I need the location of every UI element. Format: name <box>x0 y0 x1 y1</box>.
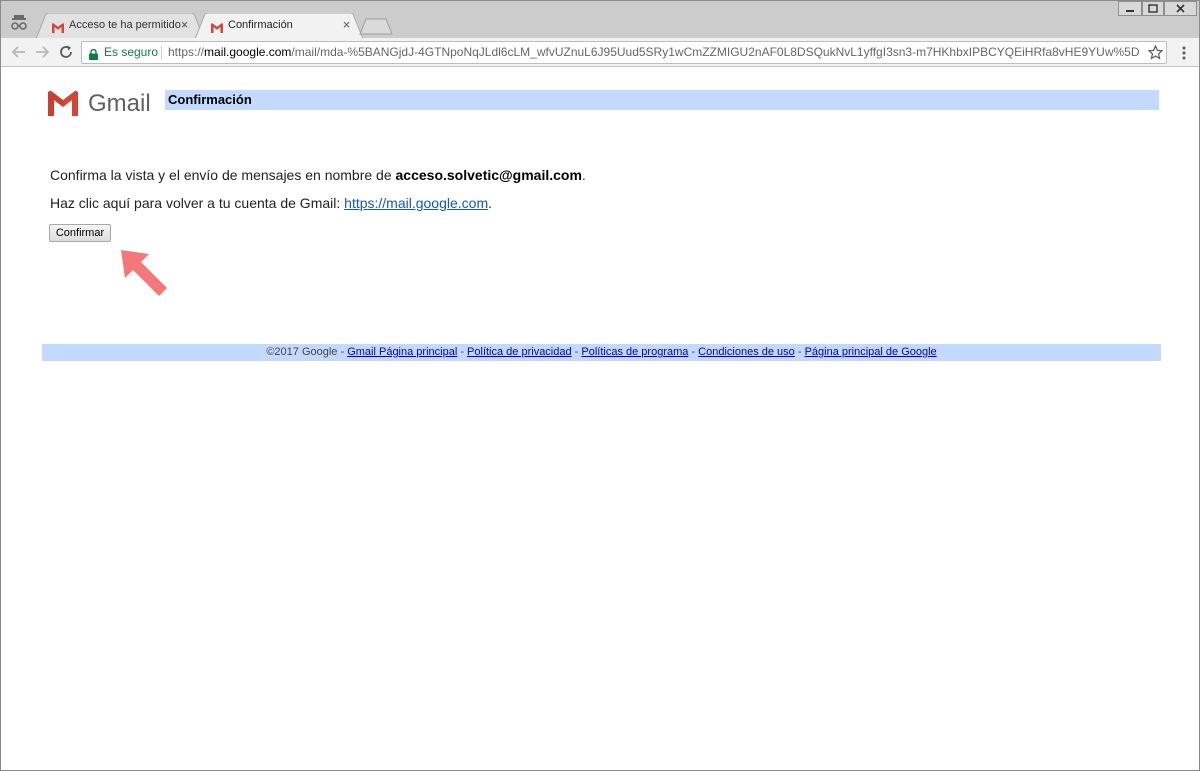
footer-link-gmail-home[interactable]: Gmail Página principal <box>347 346 457 358</box>
back-icon[interactable] <box>10 43 28 61</box>
url-scheme: https:// <box>168 45 205 59</box>
gmail-logo-icon <box>48 90 78 116</box>
browser-toolbar: Es seguro https://mail.google.com/mail/m… <box>1 38 1199 67</box>
reload-icon[interactable] <box>57 43 75 61</box>
close-window-button[interactable] <box>1164 1 1197 16</box>
gmail-icon <box>52 20 64 33</box>
minimize-button[interactable] <box>1118 1 1142 16</box>
browser-window: Acceso te ha permitido e × Confirmación … <box>0 0 1200 771</box>
footer-separator: - <box>457 346 468 358</box>
maximize-button[interactable] <box>1142 1 1164 16</box>
gmail-logo-text: Gmail <box>88 90 151 117</box>
footer-separator: - <box>794 346 805 358</box>
footer-link-terms[interactable]: Condiciones de uso <box>698 346 795 358</box>
lock-icon[interactable] <box>89 47 98 60</box>
tab-title: Acceso te ha permitido e <box>69 19 185 31</box>
confirm-button[interactable]: Confirmar <box>49 224 111 242</box>
message-prefix: Confirma la vista y el envío de mensajes… <box>50 167 396 183</box>
footer-separator: - <box>571 346 582 358</box>
gmail-icon <box>211 20 223 33</box>
footer-copyright: ©2017 Google <box>266 346 338 358</box>
confirmation-message: Confirma la vista y el envío de mensajes… <box>50 167 586 183</box>
menu-icon[interactable] <box>1177 45 1191 61</box>
bookmark-star-icon[interactable] <box>1147 44 1164 60</box>
message-suffix: . <box>581 167 586 183</box>
page-content: Gmail Confirmación Confirma la vista y e… <box>1 68 1199 770</box>
url-text[interactable]: https://mail.google.com/mail/mda-%5BANGj… <box>168 45 1140 59</box>
tab-title: Confirmación <box>228 19 293 31</box>
account-email: acceso.solvetic@gmail.com <box>395 167 582 183</box>
url-host: mail.google.com <box>204 45 292 59</box>
tab-strip: Acceso te ha permitido e × Confirmación … <box>1 1 1199 39</box>
close-tab-icon[interactable]: × <box>341 18 352 31</box>
return-suffix: . <box>488 195 493 211</box>
tab-acceso[interactable]: Acceso te ha permitido e × <box>36 13 206 39</box>
close-tab-icon[interactable]: × <box>179 18 190 31</box>
footer-link-google-home[interactable]: Página principal de Google <box>805 346 937 358</box>
security-label[interactable]: Es seguro <box>104 45 158 59</box>
gmail-logo: Gmail <box>46 90 156 120</box>
forward-icon[interactable] <box>33 43 51 61</box>
footer-link-program-policies[interactable]: Políticas de programa <box>581 346 688 358</box>
footer-separator: - <box>337 346 348 358</box>
footer-bar: ©2017 Google - Gmail Página principal - … <box>42 344 1161 361</box>
address-bar[interactable]: Es seguro https://mail.google.com/mail/m… <box>81 41 1167 64</box>
tab-confirmacion[interactable]: Confirmación × <box>195 13 365 39</box>
gmail-return-link[interactable]: https://mail.google.com <box>344 195 488 211</box>
url-path: /mail/mda-%5BANGjdJ-4GTNpoNqJLdl6cLM_wfv… <box>291 45 1140 59</box>
incognito-icon[interactable] <box>9 15 29 31</box>
page-header-bar: Confirmación <box>165 90 1159 110</box>
annotation-arrow <box>119 248 171 298</box>
footer-link-privacy[interactable]: Política de privacidad <box>467 346 572 358</box>
new-tab-button[interactable] <box>359 18 393 35</box>
footer-separator: - <box>688 346 699 358</box>
return-prefix: Haz clic aquí para volver a tu cuenta de… <box>50 195 345 211</box>
divider <box>161 46 162 60</box>
page-title: Confirmación <box>168 92 252 107</box>
return-message: Haz clic aquí para volver a tu cuenta de… <box>50 195 492 211</box>
